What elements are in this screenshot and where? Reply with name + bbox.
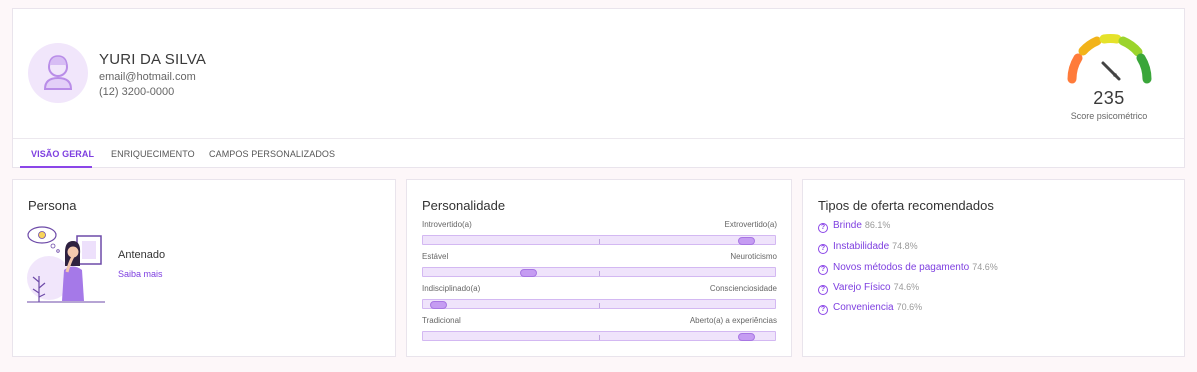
offer-item[interactable]: ? Conveniencia 70.6% bbox=[818, 302, 922, 316]
offer-name: Novos métodos de pagamento bbox=[833, 262, 970, 273]
trait-row-1: Introvertido(a) Extrovertido(a) bbox=[422, 220, 777, 252]
trait-right-label: Aberto(a) a experiências bbox=[689, 316, 777, 325]
offers-card: Tipos de oferta recomendados ? Brinde 86.1… bbox=[802, 179, 1185, 357]
trait-midpoint bbox=[599, 271, 600, 276]
persona-illustration bbox=[27, 226, 105, 303]
persona-title: Persona bbox=[28, 198, 77, 213]
trait-left-label: Introvertido(a) bbox=[422, 220, 472, 229]
gauge-segment-5 bbox=[1136, 53, 1152, 84]
personality-card: Personalidade Introvertido(a) Extroverti… bbox=[406, 179, 792, 357]
trait-slider-knob[interactable] bbox=[737, 333, 755, 341]
tab-campos-personalizados[interactable]: CAMPOS PERSONALIZADOS bbox=[209, 149, 335, 159]
profile-header: YURI DA SILVA email@hotmail.com (12) 320… bbox=[13, 9, 1184, 138]
gauge-segment-4 bbox=[1118, 36, 1143, 57]
active-tab-indicator bbox=[20, 166, 92, 168]
profile-name: YURI DA SILVA bbox=[99, 51, 207, 68]
help-circle-icon: ? bbox=[818, 265, 828, 275]
tab-enriquecimento[interactable]: ENRIQUECIMENTO bbox=[111, 149, 195, 159]
trait-row-3: Indisciplinado(a) Conscienciosidade bbox=[422, 284, 777, 316]
persona-card: Persona Antenado Saiba mais bbox=[12, 179, 396, 357]
personality-title: Personalidade bbox=[422, 198, 506, 213]
profile-email: email@hotmail.com bbox=[99, 71, 196, 83]
offer-name: Varejo Físico bbox=[833, 282, 891, 293]
offer-percentage: 86.1% bbox=[864, 220, 891, 230]
gauge-segment-3 bbox=[1099, 33, 1122, 44]
score-gauge bbox=[1067, 33, 1152, 84]
gauge-segment-2 bbox=[1078, 36, 1102, 56]
offer-percentage: 74.6% bbox=[893, 282, 920, 292]
trait-midpoint bbox=[599, 239, 600, 244]
trait-slider-knob[interactable] bbox=[737, 237, 755, 245]
offer-percentage: 74.6% bbox=[972, 262, 998, 272]
trait-slider-track bbox=[422, 299, 776, 309]
trait-slider-track bbox=[422, 235, 776, 245]
help-circle-icon: ? bbox=[818, 244, 828, 254]
offer-item[interactable]: ? Novos métodos de pagamento 74.6% bbox=[818, 262, 998, 276]
trait-midpoint bbox=[599, 303, 600, 308]
trait-midpoint bbox=[599, 335, 600, 340]
user-avatar-icon bbox=[28, 43, 88, 103]
profile-card: YURI DA SILVA email@hotmail.com (12) 320… bbox=[12, 8, 1185, 168]
trait-right-label: Extrovertido(a) bbox=[724, 220, 777, 229]
help-circle-icon: ? bbox=[818, 305, 828, 315]
offer-percentage: 70.6% bbox=[896, 302, 923, 312]
profile-phone: (12) 3200-0000 bbox=[99, 86, 175, 98]
tab-visao-geral[interactable]: VISÃO GERAL bbox=[31, 149, 94, 159]
trait-slider-knob[interactable] bbox=[520, 269, 538, 277]
trait-slider-knob[interactable] bbox=[429, 301, 447, 309]
trait-left-label: Tradicional bbox=[422, 316, 461, 325]
gauge-segment-1 bbox=[1067, 53, 1083, 84]
trait-row-2: Estável Neuroticismo bbox=[422, 252, 777, 284]
offers-title: Tipos de oferta recomendados bbox=[818, 198, 994, 213]
persona-name: Antenado bbox=[118, 249, 166, 261]
trait-right-label: Neuroticismo bbox=[730, 252, 777, 261]
help-circle-icon: ? bbox=[818, 285, 828, 295]
score-label: Score psicométrico bbox=[1070, 111, 1148, 121]
offer-item[interactable]: ? Varejo Físico 74.6% bbox=[818, 282, 919, 296]
trait-slider-track bbox=[422, 267, 776, 277]
trait-right-label: Conscienciosidade bbox=[709, 284, 777, 293]
offer-name: Conveniencia bbox=[833, 302, 894, 313]
score-value: 235 bbox=[1093, 88, 1125, 108]
tab-bar: VISÃO GERAL ENRIQUECIMENTO CAMPOS PERSON… bbox=[13, 138, 1184, 169]
persona-learn-more-link[interactable]: Saiba mais bbox=[118, 269, 163, 279]
offer-item[interactable]: ? Instabilidade 74.8% bbox=[818, 241, 918, 255]
offer-name: Brinde bbox=[833, 220, 862, 231]
trait-slider-track bbox=[422, 331, 776, 341]
offer-name: Instabilidade bbox=[833, 241, 890, 252]
trait-row-4: Tradicional Aberto(a) a experiências bbox=[422, 316, 777, 348]
offer-percentage: 74.8% bbox=[892, 241, 918, 251]
help-circle-icon: ? bbox=[818, 223, 828, 233]
trait-left-label: Indisciplinado(a) bbox=[422, 284, 481, 293]
trait-left-label: Estável bbox=[422, 252, 449, 261]
offer-item[interactable]: ? Brinde 86.1% bbox=[818, 220, 890, 234]
